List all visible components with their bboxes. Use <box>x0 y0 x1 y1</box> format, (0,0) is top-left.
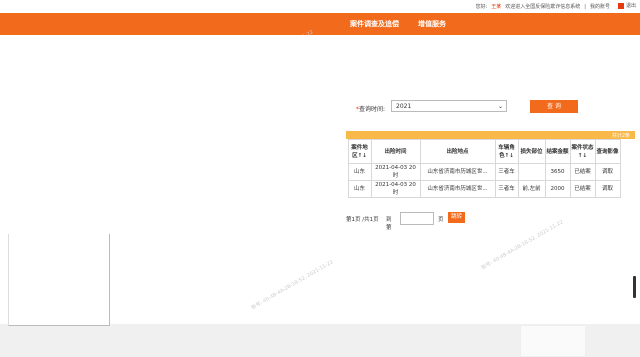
col-header[interactable]: 案件状态↑↓ <box>569 139 596 164</box>
my-account-link[interactable]: 我的账号 <box>590 4 610 10</box>
col-header: 查询影像 <box>594 139 621 164</box>
watermark: 账号: 40-4B-4A-2B-18-52, 2021-11-22 <box>480 219 565 272</box>
nav-item-case-investigation[interactable]: 案件调查及追偿 <box>350 19 399 29</box>
table-row: 山 山东 2021-04-03 20时 山东省济南市历城区世... 三者车 前,… <box>340 180 621 198</box>
logout-icon <box>617 2 624 9</box>
query-time-label: *查询时间: <box>356 106 386 113</box>
col-header: 结案金额 <box>544 139 571 164</box>
nav-item-value-added[interactable]: 增值服务 <box>418 19 446 29</box>
scrollbar-thumb[interactable] <box>633 276 636 298</box>
divider: | <box>584 4 586 10</box>
col-header: 出险时间 <box>370 139 421 164</box>
results-header-bar: 共计2条 <box>346 131 635 139</box>
top-links: 您好: 王某 欢迎进入全国反保险欺诈信息系统 | 我的账号 <box>472 3 610 10</box>
watermark: 账号: 40-4B-4A-2B-18-52, 2021-11-22 <box>250 259 335 312</box>
table-header-row: 案件地区↑↓ 出险时间 出险地点 车辆角色↑↓ 损失部位 结案金额 案件状态↑↓… <box>340 139 621 164</box>
username-label: 王某 <box>491 4 502 10</box>
main-nav: 案件调查及追偿 增值服务 <box>0 13 640 35</box>
total-count: 共计2条 <box>611 133 630 139</box>
occluding-overlay <box>0 35 346 234</box>
greeting-label: 您好: <box>475 4 488 10</box>
col-header: 损失部位 <box>517 139 546 164</box>
retrieve-image-link[interactable]: 调取 <box>594 163 621 181</box>
main-content: *查询时间: 2021 ⌄ 查 询 共计2条 案件地区↑↓ 出险时间 出险地点 车… <box>0 29 640 357</box>
pagination: 第1页 /共1页 到第 页 跳转 <box>346 212 465 231</box>
left-panel <box>8 234 110 326</box>
col-header[interactable]: 案件地区↑↓ <box>347 139 372 164</box>
year-select[interactable]: 2021 ⌄ <box>391 100 507 112</box>
top-bar: 您好: 王某 欢迎进入全国反保险欺诈信息系统 | 我的账号 退出 <box>0 0 640 13</box>
table-row: 山 山东 2021-04-03 20时 山东省济南市历城区世... 三者车 36… <box>340 163 621 181</box>
go-button[interactable]: 跳转 <box>448 212 465 223</box>
welcome-text: 欢迎进入全国反保险欺诈信息系统 <box>505 4 581 10</box>
goto-label: 到第 <box>386 217 392 231</box>
query-button[interactable]: 查 询 <box>530 100 578 113</box>
page-unit-label: 页 <box>438 217 444 223</box>
results-table: 案件地区↑↓ 出险时间 出险地点 车辆角色↑↓ 损失部位 结案金额 案件状态↑↓… <box>340 139 621 198</box>
corner-panel <box>520 325 586 357</box>
col-header[interactable]: 车辆角色↑↓ <box>494 139 519 164</box>
logout-label: 退出 <box>625 3 636 9</box>
col-header: 出险地点 <box>419 139 496 164</box>
chevron-down-icon: ⌄ <box>497 103 503 110</box>
page-info: 第1页 /共1页 <box>346 217 379 223</box>
logout-button[interactable]: 退出 <box>617 2 636 9</box>
retrieve-image-link[interactable]: 调取 <box>594 180 621 198</box>
page-number-input[interactable] <box>400 212 434 225</box>
